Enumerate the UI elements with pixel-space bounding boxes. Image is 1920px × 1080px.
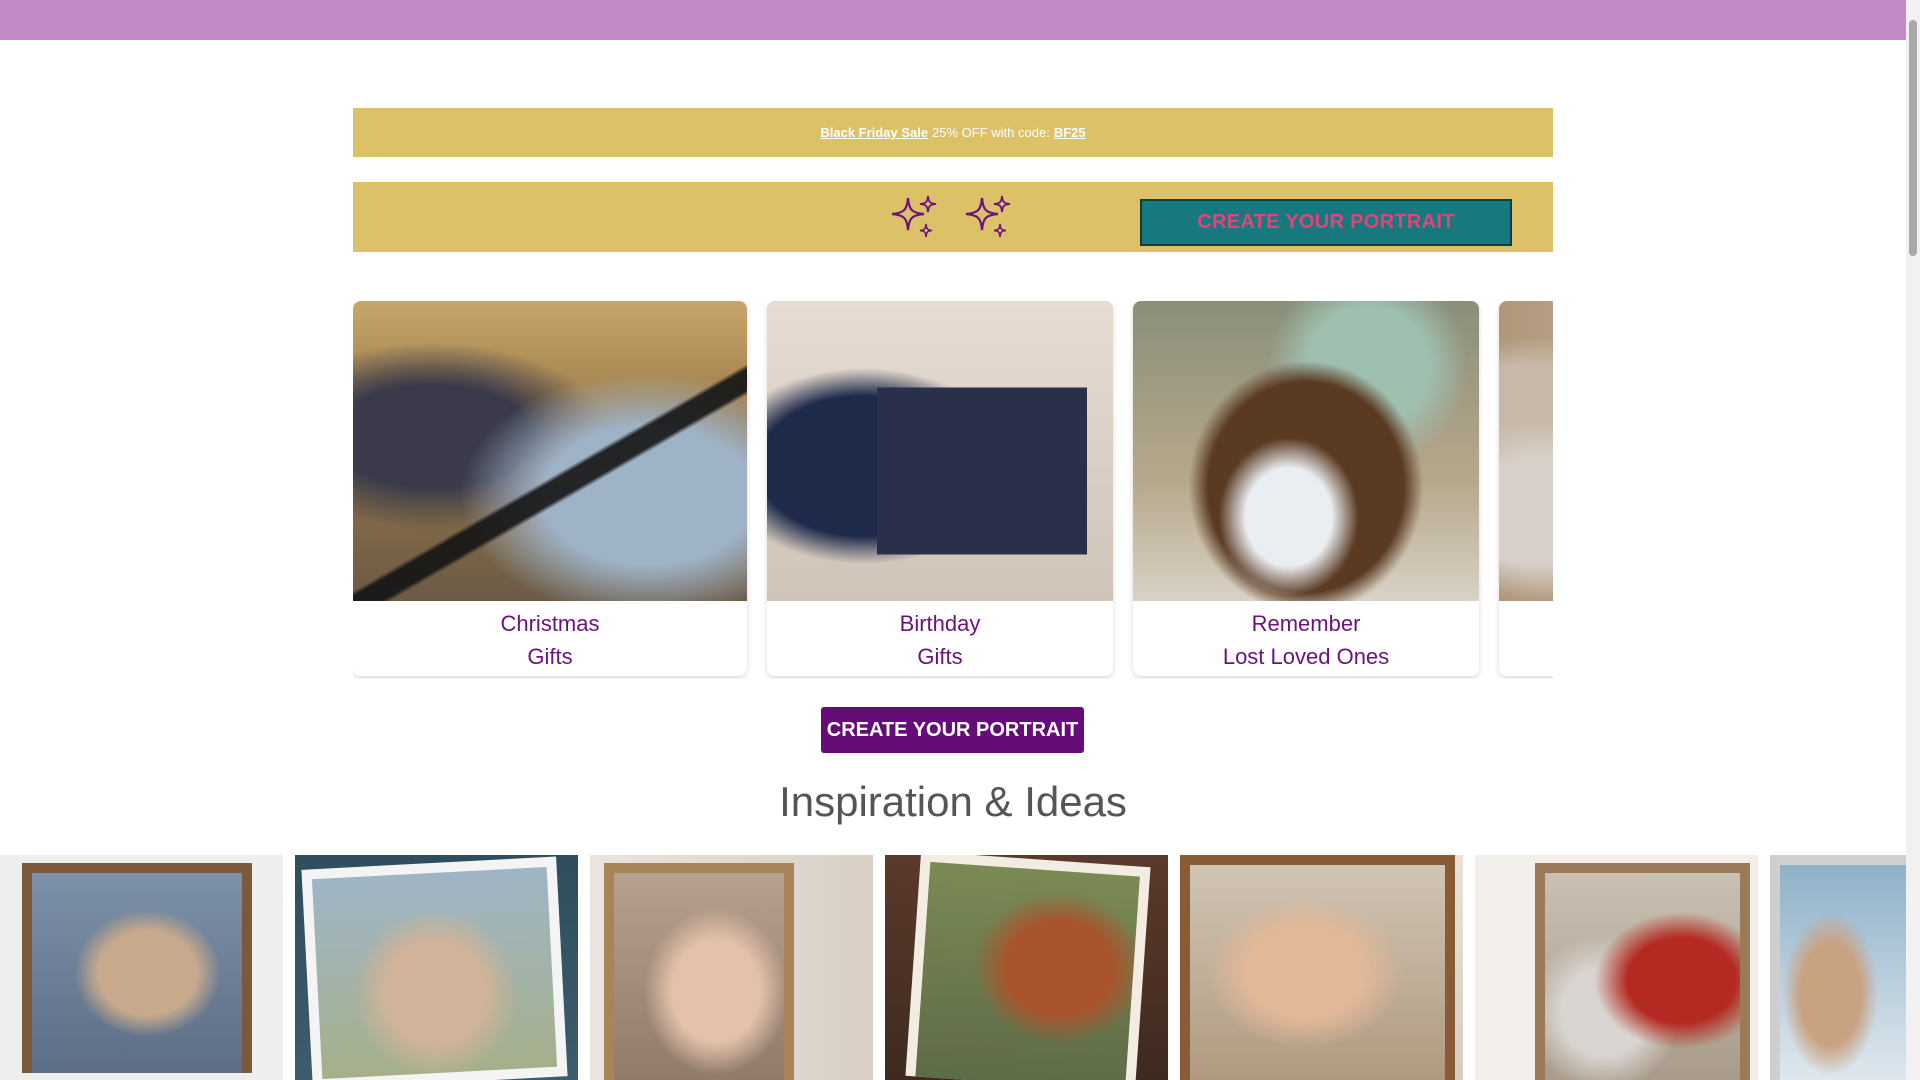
partial-photo [1499, 301, 1553, 601]
gallery-image-group-portrait[interactable] [295, 855, 578, 1080]
create-portrait-header-button[interactable]: CREATE YOUR PORTRAIT [1140, 199, 1512, 246]
gallery-image-graduation-portrait[interactable] [1475, 855, 1758, 1080]
sparkles-decoration [888, 194, 1014, 240]
gallery-image-couple-portrait[interactable] [885, 855, 1168, 1080]
occasion-card-partial[interactable] [1499, 301, 1553, 676]
occasion-title: Remember [1251, 611, 1361, 636]
offer-text: 25% OFF with code: [932, 125, 1050, 140]
create-portrait-button[interactable]: CREATE YOUR PORTRAIT [821, 707, 1084, 753]
occasion-card-birthday[interactable]: Birthday Gifts [767, 301, 1113, 676]
inspiration-title: Inspiration & Ideas [779, 778, 1127, 825]
remember-photo [1133, 301, 1479, 601]
gallery-image-partial-portrait[interactable] [1770, 855, 1906, 1080]
christmas-photo [353, 301, 747, 601]
scrollbar[interactable] [1906, 0, 1920, 1080]
gallery-image-family-dog-portrait[interactable] [1180, 855, 1463, 1080]
occasion-subtitle: Gifts [527, 644, 573, 669]
sparkle-icon [965, 195, 1011, 238]
inspiration-gallery [0, 855, 1906, 1080]
sparkle-icon [891, 195, 937, 238]
scrollbar-thumb[interactable] [1909, 20, 1917, 256]
occasion-title: Christmas [500, 611, 600, 636]
gallery-image-wedding-portrait[interactable] [590, 855, 873, 1080]
occasion-subtitle: Gifts [917, 644, 963, 669]
occasions-carousel: Christmas Gifts Birthday Gifts Remember Los… [353, 301, 1553, 679]
occasion-card-remember[interactable]: Remember Lost Loved Ones [1133, 301, 1479, 676]
occasion-subtitle: Lost Loved Ones [1222, 644, 1390, 669]
top-bar [0, 0, 1906, 40]
promo-banner: Black Friday Sale 25% OFF with code: BF2… [353, 108, 1553, 157]
occasion-card-christmas[interactable]: Christmas Gifts [353, 301, 747, 676]
birthday-photo [767, 301, 1113, 601]
occasion-title: Birthday [899, 611, 981, 636]
header-cta-bar: CREATE YOUR PORTRAIT [353, 182, 1553, 252]
gallery-image-family-portrait[interactable] [0, 855, 283, 1080]
promo-code-link[interactable]: BF25 [1054, 125, 1086, 140]
sale-link[interactable]: Black Friday Sale [820, 125, 928, 140]
